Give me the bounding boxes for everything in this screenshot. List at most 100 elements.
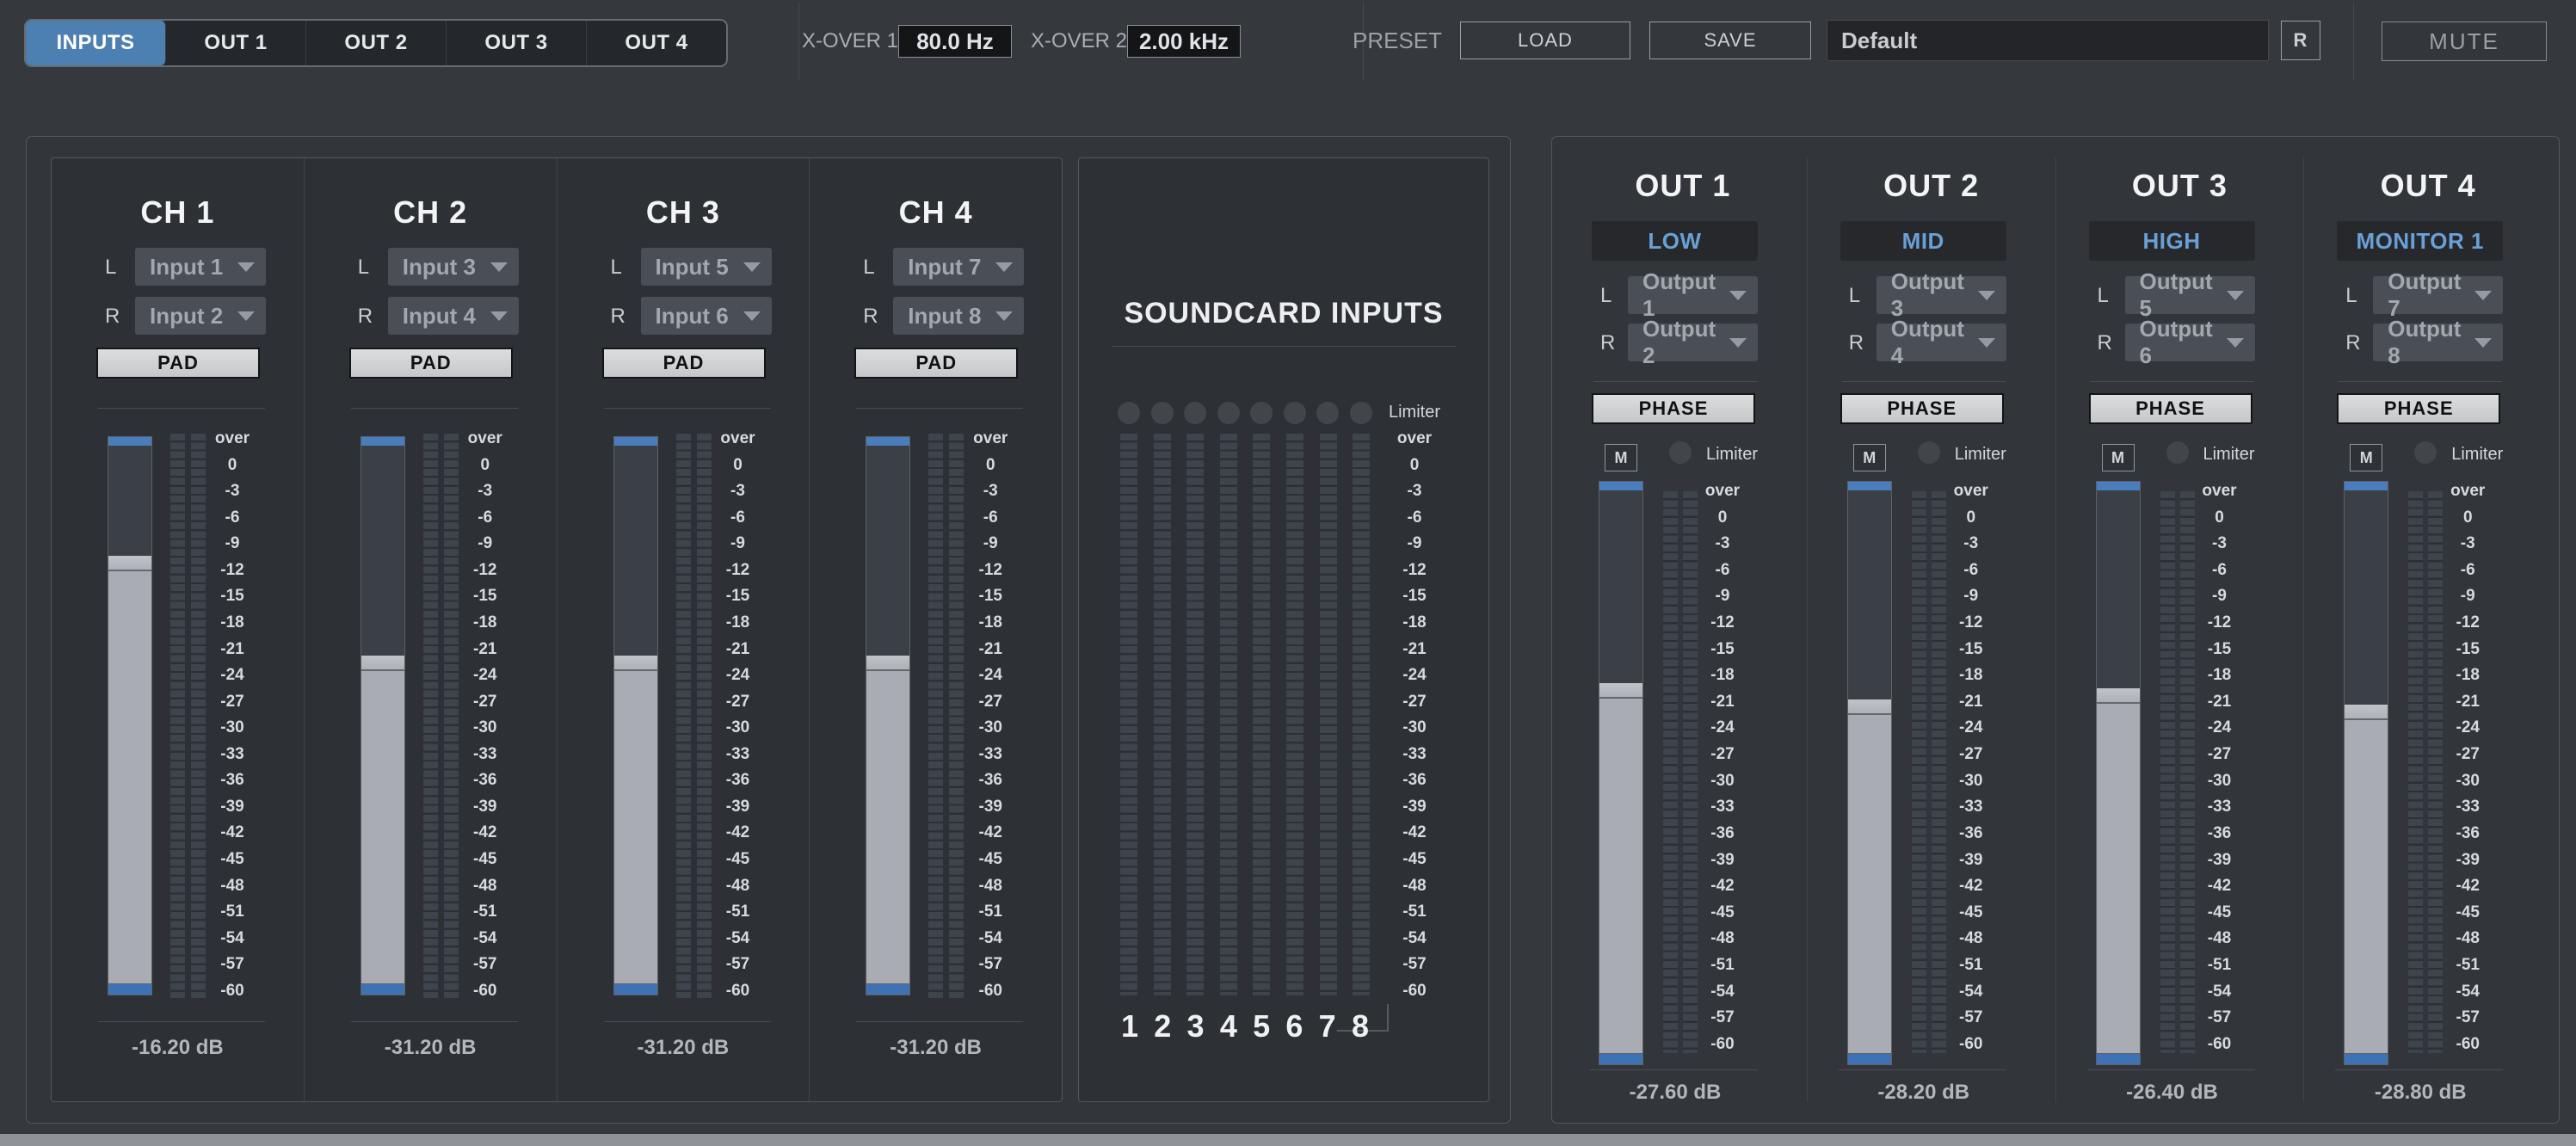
load-button[interactable]: LOAD — [1460, 22, 1630, 59]
mute-button[interactable]: MUTE — [2382, 22, 2547, 61]
pad-button[interactable]: PAD — [349, 348, 513, 379]
output-title: OUT 3 — [2056, 168, 2304, 204]
pad-button[interactable]: PAD — [96, 348, 260, 379]
left-input-select[interactable]: Input 7 — [893, 248, 1024, 286]
fader-handle[interactable] — [1599, 683, 1642, 699]
fader-handle[interactable] — [1848, 699, 1891, 715]
left-output-select[interactable]: Output 1 — [1628, 276, 1758, 314]
right-input-select[interactable]: Input 2 — [135, 297, 266, 335]
reset-button[interactable]: R — [2281, 21, 2320, 60]
phase-button[interactable]: PHASE — [2337, 393, 2500, 424]
fader-handle[interactable] — [614, 656, 657, 671]
gain-fader[interactable] — [1847, 481, 1892, 1065]
divider — [604, 408, 771, 409]
soundcard-channel-number: 4 — [1212, 1008, 1245, 1044]
gain-fader[interactable] — [361, 436, 405, 995]
fader-over-cap — [2345, 482, 2388, 490]
left-input-select[interactable]: Input 1 — [135, 248, 266, 286]
scale-tick: -60 — [473, 983, 496, 1000]
gain-fader[interactable] — [2344, 481, 2388, 1065]
scale-tick: -54 — [1402, 930, 1426, 947]
scale-tick: -39 — [220, 798, 243, 816]
scale-tick: -54 — [726, 930, 749, 947]
gain-fader[interactable] — [613, 436, 658, 995]
chevron-down-icon — [743, 311, 761, 321]
scale-tick: -45 — [1710, 904, 1734, 921]
mono-button[interactable]: M — [2102, 444, 2135, 471]
save-button[interactable]: SAVE — [1649, 22, 1811, 59]
scale-tick: -15 — [726, 588, 749, 605]
left-input-select[interactable]: Input 3 — [388, 248, 519, 286]
fader-handle[interactable] — [866, 656, 909, 671]
tab-inputs[interactable]: INPUTS — [26, 21, 166, 65]
phase-button[interactable]: PHASE — [2089, 393, 2252, 424]
tab-out-1[interactable]: OUT 1 — [166, 21, 306, 65]
right-output-select[interactable]: Output 8 — [2373, 323, 2503, 361]
left-output-select[interactable]: Output 3 — [1877, 276, 2006, 314]
right-input-select[interactable]: Input 8 — [893, 297, 1024, 335]
soundcard-channel-number: 6 — [1278, 1008, 1310, 1044]
gain-fader[interactable] — [1599, 481, 1643, 1065]
scale-tick: -51 — [220, 903, 243, 921]
fader-over-cap — [361, 437, 404, 446]
left-output-select[interactable]: Output 7 — [2373, 276, 2503, 314]
gain-fader[interactable] — [866, 436, 910, 995]
view-tab-bar: INPUTS OUT 1 OUT 2 OUT 3 OUT 4 — [24, 19, 728, 67]
limiter-led — [1918, 441, 1940, 464]
scale-tick: -42 — [1710, 878, 1734, 895]
right-input-value: Input 2 — [150, 303, 223, 330]
scale-tick: -24 — [979, 667, 1002, 684]
tab-out-2[interactable]: OUT 2 — [306, 21, 447, 65]
soundcard-limiter-leds — [1118, 402, 1372, 424]
scale-tick: -30 — [220, 719, 243, 736]
scale-tick: -18 — [1959, 667, 1982, 684]
scale-tick: -12 — [1402, 562, 1426, 579]
pad-button[interactable]: PAD — [854, 348, 1018, 379]
scale-tick: -51 — [1402, 903, 1426, 921]
tab-out-4[interactable]: OUT 4 — [587, 21, 726, 65]
soundcard-level-meter — [1154, 434, 1171, 995]
fader-handle[interactable] — [2345, 705, 2388, 720]
mono-button[interactable]: M — [1605, 444, 1637, 471]
channel-title: CH 3 — [558, 194, 810, 231]
gain-fader[interactable] — [2096, 481, 2141, 1065]
right-output-select[interactable]: Output 6 — [2125, 323, 2255, 361]
scale-tick: -3 — [1716, 535, 1730, 552]
phase-button[interactable]: PHASE — [1840, 393, 2004, 424]
fader-fill — [1848, 715, 1891, 1053]
left-output-select[interactable]: Output 5 — [2125, 276, 2255, 314]
meter-scale: over0-3-6-9-12-15-18-21-24-27-30-33-36-3… — [1944, 483, 1999, 1053]
scale-tick: -48 — [979, 878, 1002, 895]
gain-fader[interactable] — [108, 436, 152, 995]
fader-handle[interactable] — [361, 656, 404, 671]
limiter-led — [1316, 402, 1339, 424]
pad-button[interactable]: PAD — [602, 348, 766, 379]
right-input-select[interactable]: Input 6 — [641, 297, 772, 335]
mono-button[interactable]: M — [1853, 444, 1886, 471]
right-input-select[interactable]: Input 4 — [388, 297, 519, 335]
limiter-led — [1669, 441, 1692, 464]
meter-scale: over0-3-6-9-12-15-18-21-24-27-30-33-36-3… — [1695, 483, 1750, 1053]
limiter-led — [2414, 441, 2437, 464]
scale-tick: -15 — [1402, 588, 1426, 605]
preset-name-field[interactable]: Default — [1827, 20, 2269, 61]
divider — [1839, 1069, 2006, 1070]
mono-button[interactable]: M — [2350, 444, 2382, 471]
right-output-select[interactable]: Output 2 — [1628, 323, 1758, 361]
scale-tick: -27 — [473, 693, 496, 711]
phase-button[interactable]: PHASE — [1592, 393, 1755, 424]
tab-out-3[interactable]: OUT 3 — [447, 21, 587, 65]
fader-handle[interactable] — [2097, 688, 2140, 704]
fader-handle[interactable] — [108, 556, 151, 571]
scale-tick: -9 — [983, 535, 998, 552]
xover1-value-field[interactable]: 80.0 Hz — [898, 25, 1012, 58]
scale-tick: -39 — [979, 798, 1002, 816]
left-input-value: Input 3 — [403, 254, 476, 280]
right-output-select[interactable]: Output 4 — [1877, 323, 2006, 361]
scale-tick: -18 — [2208, 667, 2231, 684]
left-input-select[interactable]: Input 5 — [641, 248, 772, 286]
xover2-value-field[interactable]: 2.00 kHz — [1127, 25, 1241, 58]
scale-tick: -57 — [1710, 1009, 1734, 1026]
meter-scale: over0-3-6-9-12-15-18-21-24-27-30-33-36-3… — [711, 430, 766, 1000]
scale-tick: -39 — [473, 798, 496, 816]
